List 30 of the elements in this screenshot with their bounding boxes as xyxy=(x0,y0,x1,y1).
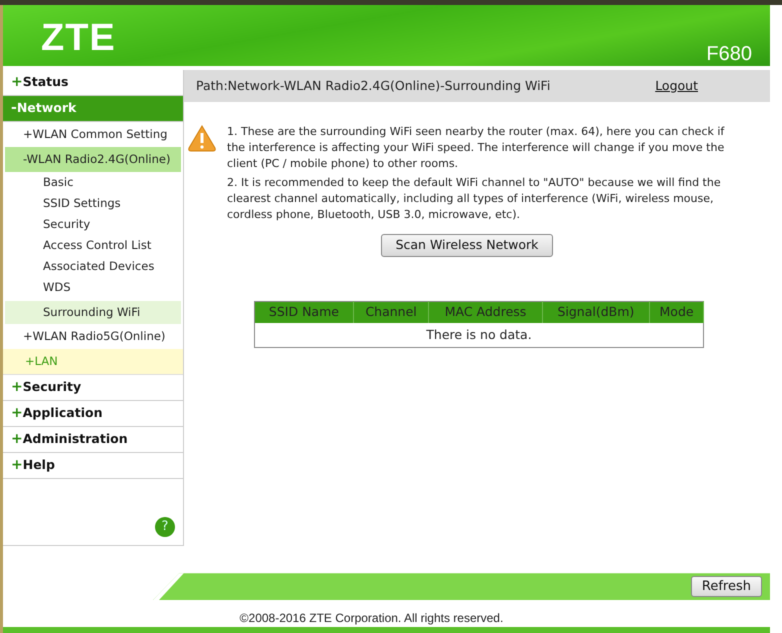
menu-item[interactable]: +Application xyxy=(3,401,183,427)
menu-item[interactable]: +Help xyxy=(3,453,183,479)
empty-message: There is no data. xyxy=(254,322,704,348)
note-text: 2. It is recommended to keep the default WiFi channel to "AUTO" because we will find the clearest channel automatically, including all types of interference (WiFi, wireless mouse, cordless phone, Bluetooth, USB 3.0, microwave, etc). xyxy=(227,175,722,223)
menu-item[interactable]: +Security xyxy=(3,375,183,401)
copyright-text: ©2008-2016 ZTE Corporation. All rights reserved. xyxy=(238,610,504,628)
menu-item[interactable]: Associated Devices xyxy=(5,256,181,277)
menu-item[interactable]: -WLAN Radio2.4G(Online) xyxy=(5,147,181,172)
menu-item[interactable]: Security xyxy=(5,214,181,235)
menu-item[interactable]: WDS xyxy=(5,277,181,298)
breadcrumb-path: Path:Network-WLAN Radio2.4G(Online)-Surrounding WiFi xyxy=(196,76,550,95)
scan-button[interactable]: Scan Wireless Network xyxy=(380,234,554,257)
column-header: Signal(dBm) xyxy=(542,301,650,322)
menu-item[interactable]: Access Control List xyxy=(5,235,181,256)
warning-icon xyxy=(187,124,217,152)
brand-logo: ZTE xyxy=(41,19,116,57)
menu-item[interactable]: Surrounding WiFi xyxy=(5,301,181,324)
menu-item[interactable]: +WLAN Radio5G(Online) xyxy=(5,324,181,349)
column-header: Mode xyxy=(650,301,704,322)
menu-item[interactable]: Basic xyxy=(5,172,181,193)
logout-link[interactable]: Logout xyxy=(655,76,698,96)
menu-item[interactable]: SSID Settings xyxy=(5,193,181,214)
menu-item[interactable]: +WLAN Common Setting xyxy=(5,122,181,147)
refresh-button[interactable]: Refresh xyxy=(690,576,762,598)
model-name: F680 xyxy=(706,42,752,67)
note-text: 1. These are the surrounding WiFi seen nearby the router (max. 64), here you can check if the interference is affecting your WiFi speed. The interference will change if you move the client (PC / mobile phone) to other rooms. xyxy=(227,124,726,172)
column-header: Channel xyxy=(353,301,429,322)
menu-item[interactable]: +Administration xyxy=(3,427,183,453)
column-header: MAC Address xyxy=(428,301,542,322)
column-header: SSID Name xyxy=(254,301,354,322)
